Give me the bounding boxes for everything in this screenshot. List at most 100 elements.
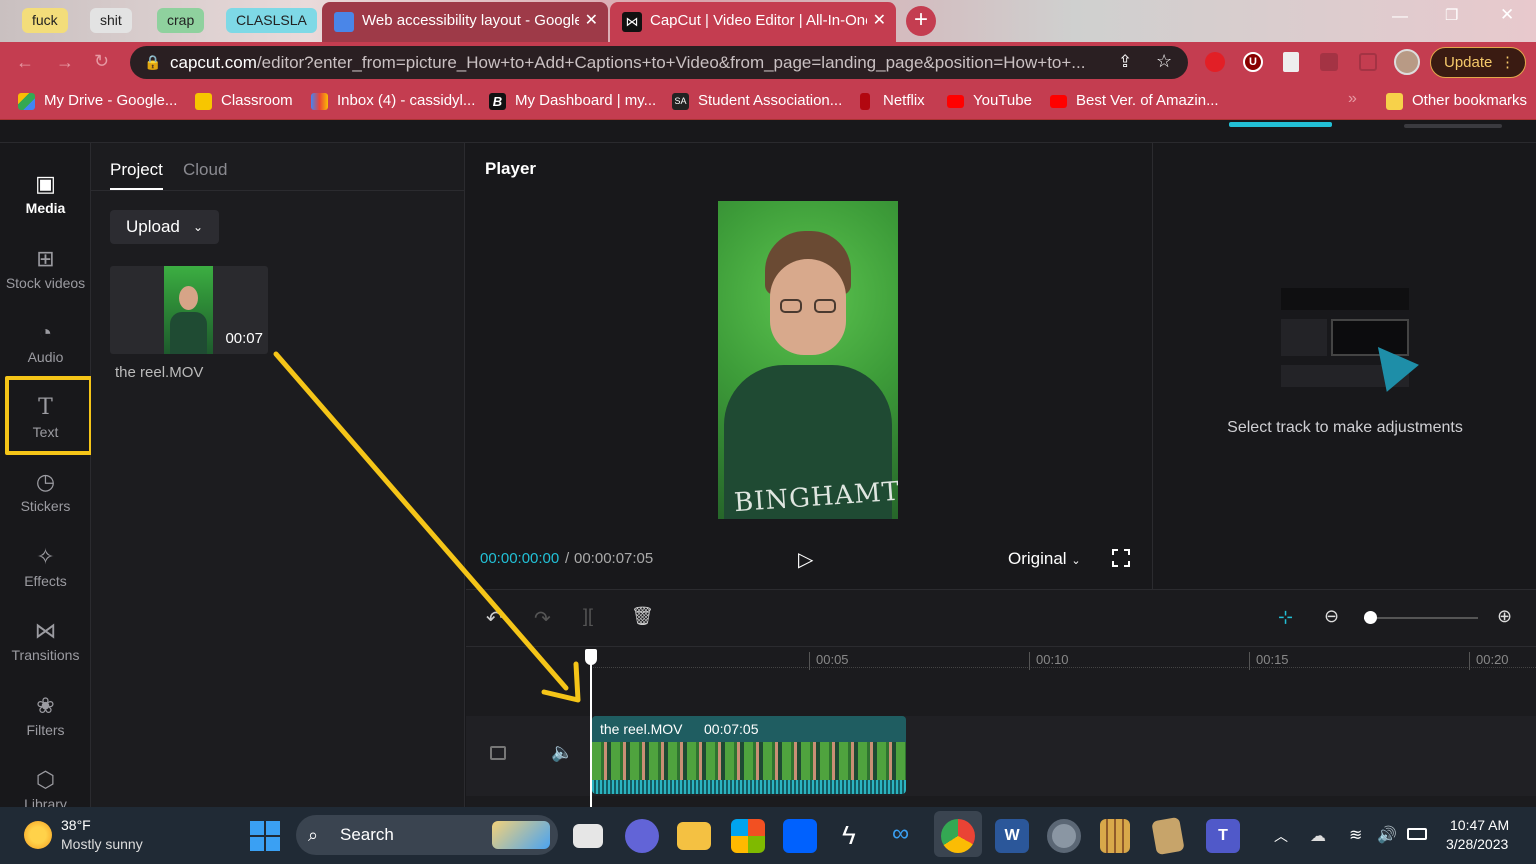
side-panel-icon[interactable] [1359,53,1377,71]
bookmark-youtube[interactable]: YouTube [947,90,1032,112]
sidebar-item-stickers[interactable]: ◷ Stickers [0,456,91,526]
chevron-more-bookmarks-icon[interactable]: » [1348,90,1357,108]
bookmark-my-drive[interactable]: My Drive - Google... [18,90,177,112]
adblock-extension-icon[interactable] [1205,52,1225,72]
timeline-clip[interactable]: the reel.MOV 00:07:05 [592,716,906,794]
volume-icon[interactable]: 🔊 [1377,825,1397,845]
bookmark-student-association[interactable]: SA Student Association... [672,90,842,112]
tab-title: CapCut | Video Editor | All-In-One [650,12,874,29]
close-icon[interactable]: ✕ [866,2,886,40]
topbar-control-edge[interactable] [1404,124,1502,128]
star-icon[interactable]: ☆ [1156,51,1173,72]
other-bookmarks[interactable]: Other bookmarks [1386,90,1527,112]
onedrive-icon[interactable]: ☁ [1310,826,1326,846]
weather-sun-icon[interactable] [24,821,52,849]
tab-google-docs[interactable]: Web accessibility layout - Google ✕ [322,2,608,42]
export-button-edge[interactable] [1229,122,1332,127]
split-icon[interactable]: ][ [583,606,593,627]
fullscreen-icon[interactable] [1112,549,1130,567]
sidebar-item-library[interactable]: ⬡ Library [0,754,91,812]
clock-date[interactable]: 3/28/2023 [1446,836,1508,852]
infinity-app-icon[interactable]: ∞ [892,820,909,848]
tab-project[interactable]: Project [110,160,163,190]
video-preview[interactable]: BINGHAMTON [718,201,898,519]
snap-magnet-icon[interactable]: ⊹ [1278,607,1293,628]
kebab-menu-icon[interactable]: ⋮ [1500,48,1515,77]
sidebar-item-media[interactable]: ▣ Media [0,158,91,228]
library-books-icon[interactable] [1100,819,1130,853]
chevron-up-icon[interactable]: ︿ [1274,826,1288,846]
bolt-app-icon[interactable]: ϟ [842,820,856,851]
share-icon[interactable]: ⇪ [1118,52,1133,72]
chrome-icon[interactable] [941,819,975,853]
sidebar-item-audio[interactable]: ◔ Audio [0,307,91,377]
url-domain: capcut.com [170,53,257,72]
sidebar-item-label: Media [25,200,66,216]
battery-icon[interactable] [1407,828,1427,840]
notes-app-icon[interactable] [1151,816,1185,856]
bookmark-classroom[interactable]: Classroom [195,90,293,112]
media-clip-thumbnail[interactable]: 00:07 [110,266,268,354]
timeline-clip-duration: 00:07:05 [704,721,759,737]
profile-avatar[interactable] [1394,49,1420,75]
minimize-button[interactable]: — [1392,8,1408,26]
forward-icon[interactable]: → [56,52,74,73]
sidebar-item-effects[interactable]: ✧ Effects [0,531,91,601]
back-icon[interactable]: ← [16,52,34,73]
teams-chat-icon[interactable] [625,819,659,853]
sidebar-item-label: Transitions [11,647,80,663]
weather-temp[interactable]: 38°F [61,817,91,833]
sidebar-item-filters[interactable]: ❀ Filters [0,680,91,750]
reload-icon[interactable]: ↻ [94,51,109,72]
windows-start-icon[interactable] [250,821,280,851]
delete-icon[interactable]: 🗑 [631,606,654,627]
zoom-slider[interactable] [1364,611,1478,624]
upload-button[interactable]: Upload ⌄ [110,210,219,244]
undo-icon[interactable]: ↶ [486,606,503,631]
microsoft-store-icon[interactable] [731,819,765,853]
bookmark-dashboard[interactable]: B My Dashboard | my... [489,90,656,112]
window-close-button[interactable]: ✕ [1500,5,1514,25]
document-extension-icon[interactable] [1283,52,1299,72]
bookmark-best-ver[interactable]: Best Ver. of Amazin... [1050,90,1219,112]
sidebar-item-transitions[interactable]: ⋈ Transitions [0,605,91,675]
tab-group-claslsla[interactable]: CLASLSLA [226,8,317,33]
aspect-ratio-dropdown[interactable]: Original ⌄ [1008,549,1081,569]
weather-desc[interactable]: Mostly sunny [61,836,143,852]
tab-group-fuck[interactable]: fuck [22,8,68,33]
ublock-extension-icon[interactable]: U [1243,52,1263,72]
playhead-handle[interactable] [585,649,597,665]
close-icon[interactable]: ✕ [578,2,598,40]
tab-group-crap[interactable]: crap [157,8,205,33]
zoom-in-icon[interactable]: ⊕ [1497,606,1512,627]
address-bar[interactable]: 🔒 capcut.com/editor?enter_from=picture_H… [130,46,1188,79]
url-path: /editor?enter_from=picture_How+to+Add+Ca… [256,53,1086,72]
tab-cloud[interactable]: Cloud [183,160,227,180]
track-video-icon[interactable] [490,746,506,760]
taskbar-search[interactable]: ⌕ Search [296,815,558,855]
zoom-slider-knob[interactable] [1364,611,1377,624]
update-button[interactable]: Update ⋮ [1430,47,1526,78]
puzzle-extensions-icon[interactable] [1320,53,1338,71]
track-mute-icon[interactable]: 🔈 [551,742,573,763]
bookmark-netflix[interactable]: Netflix [857,90,925,112]
clock-time[interactable]: 10:47 AM [1450,817,1509,833]
sidebar-item-stock-videos[interactable]: ⊞ Stock videos [0,233,91,303]
tab-group-shit[interactable]: shit [90,8,132,33]
dropbox-icon[interactable] [783,819,817,853]
bookmark-inbox[interactable]: Inbox (4) - cassidyl... [311,90,475,112]
play-icon[interactable]: ▷ [798,547,813,572]
file-explorer-icon[interactable] [677,822,711,850]
wifi-icon[interactable]: ≋ [1349,825,1362,845]
redo-icon[interactable]: ↷ [534,606,551,631]
teams-icon[interactable]: T [1206,819,1240,853]
tab-capcut[interactable]: ⋈ CapCut | Video Editor | All-In-One ✕ [610,2,896,42]
player-title: Player [485,159,537,178]
task-view-icon[interactable] [573,824,603,848]
new-tab-button[interactable]: + [906,6,936,36]
word-icon[interactable]: W [995,819,1029,853]
zoom-out-icon[interactable]: ⊖ [1324,606,1339,627]
stickers-icon: ◷ [35,469,56,494]
restore-button[interactable]: ❐ [1445,6,1458,24]
settings-gear-icon[interactable] [1047,819,1081,853]
